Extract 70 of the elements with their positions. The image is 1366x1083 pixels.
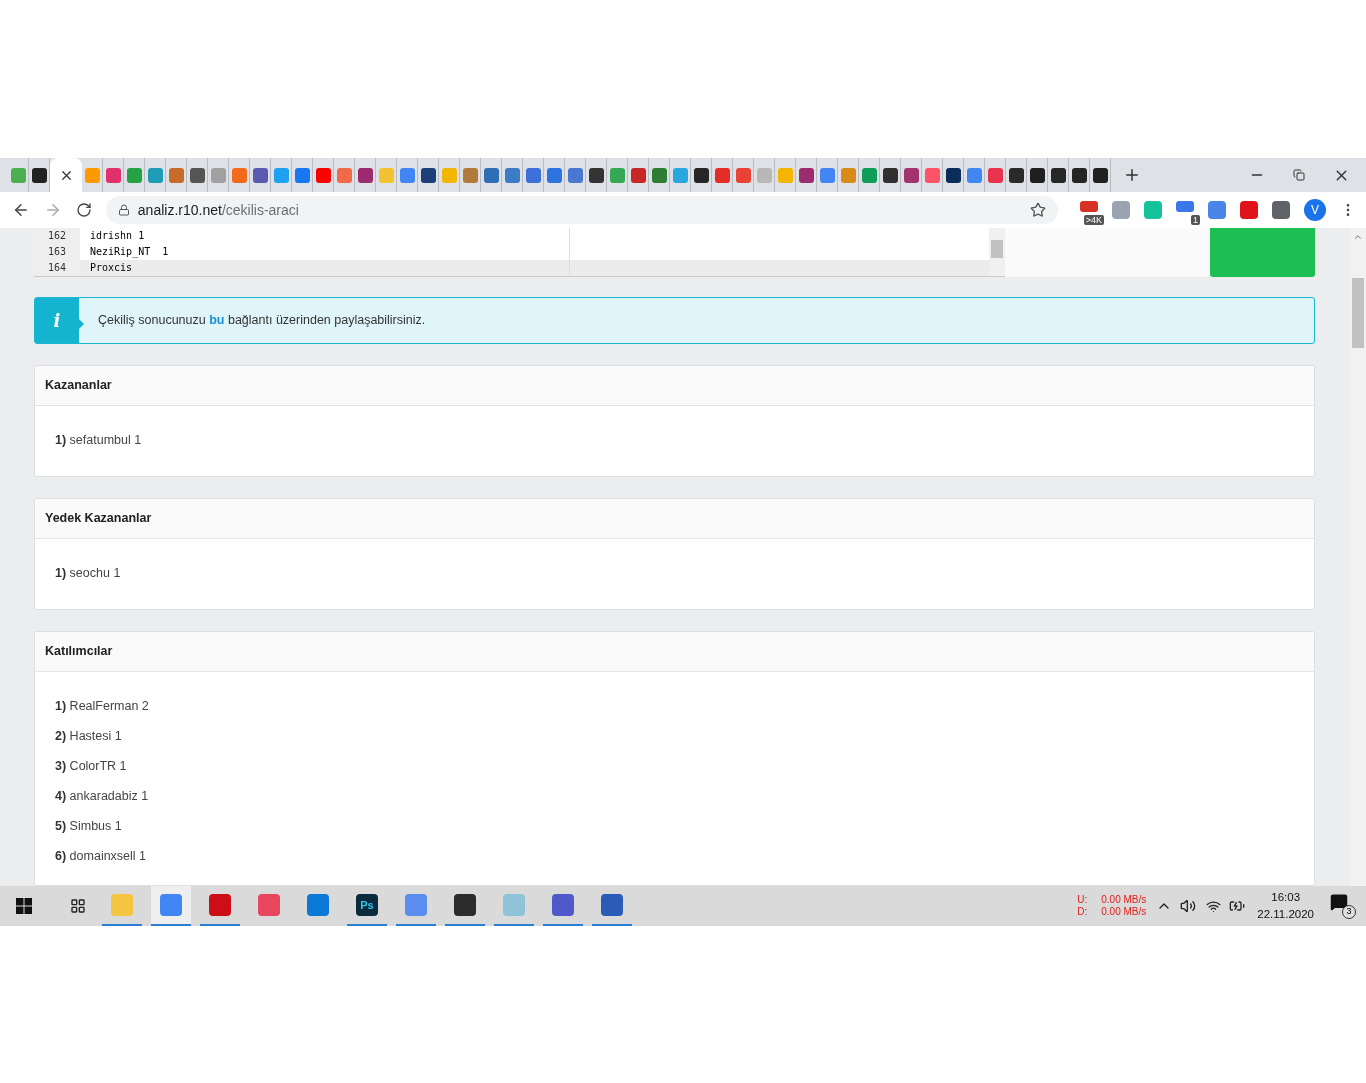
restore-icon[interactable]: [1293, 169, 1305, 181]
reload-icon[interactable]: [75, 202, 92, 218]
info-message: Çekiliş sonucunuzu bu bağlantı üzerinden paylaşabilirsiniz.: [98, 312, 426, 330]
browser-tab[interactable]: [691, 158, 712, 192]
battery-icon[interactable]: [1229, 898, 1246, 914]
notifications-button[interactable]: 3: [1330, 893, 1356, 919]
scrollbar-thumb[interactable]: [1352, 278, 1364, 348]
list-entry: 1) seochu 1: [55, 565, 122, 582]
info-icon: i: [53, 307, 61, 334]
extension-icon[interactable]: [1176, 201, 1194, 212]
list-entry: 6) domainxsell 1: [55, 848, 148, 865]
code-editor[interactable]: 162 idrishn 1 163 NeziRip_NT 1 164 Proxcis: [34, 228, 1005, 277]
address-bar[interactable]: analiz.r10.net/cekilis-araci: [105, 196, 1058, 224]
extension-icon[interactable]: [1112, 201, 1130, 219]
browser-tab[interactable]: [880, 158, 901, 192]
clock-date[interactable]: 22.11.2020: [1257, 906, 1314, 923]
code-line: Proxcis: [80, 260, 570, 276]
list-entry: 4) ankaradabiz 1: [55, 788, 150, 805]
code-line: idrishn 1: [80, 228, 570, 244]
list-entry: 5) Simbus 1: [55, 818, 123, 835]
line-number: 162: [34, 228, 80, 244]
list-entry: 3) ColorTR 1: [55, 758, 128, 775]
list-entry: 1) sefatumbul 1: [55, 432, 143, 449]
profile-avatar[interactable]: V: [1304, 199, 1326, 221]
page-scrollbar[interactable]: [1350, 228, 1366, 886]
browser-tab[interactable]: [1006, 158, 1027, 192]
extension-icon[interactable]: [1240, 201, 1258, 219]
line-number: 163: [34, 244, 80, 260]
list-entry: 2) Hastesi 1: [55, 728, 123, 745]
browser-tab[interactable]: [418, 158, 439, 192]
volume-icon[interactable]: [1180, 898, 1197, 914]
url-text: analiz.r10.net/cekilis-araci: [137, 200, 300, 220]
download-label: D:: [1077, 906, 1088, 918]
browser-tab[interactable]: [1027, 158, 1048, 192]
extension-icon[interactable]: [1208, 201, 1226, 219]
clock-time[interactable]: 16:03: [1271, 889, 1301, 906]
extension-icon[interactable]: [1272, 201, 1290, 219]
notification-icon: [1330, 893, 1348, 911]
card-title: Katılımcılar: [45, 643, 113, 661]
list-entry: 1) RealFerman 2: [55, 698, 150, 715]
card-title: Kazananlar: [45, 377, 112, 395]
browser-tab[interactable]: [943, 158, 964, 192]
extension-badge: >4K: [1083, 215, 1104, 225]
task-view-icon[interactable]: [70, 898, 86, 914]
browser-tab[interactable]: [796, 158, 817, 192]
notification-count: 3: [1342, 905, 1356, 919]
download-speed: 0.00 MB/s: [1101, 906, 1147, 918]
bookmark-star-icon[interactable]: [1030, 202, 1046, 218]
card-title: Yedek Kazananlar: [45, 510, 152, 528]
windows-start-icon[interactable]: [16, 898, 32, 914]
wifi-icon[interactable]: [1206, 898, 1222, 914]
browser-tab[interactable]: [586, 158, 607, 192]
taskbar-app[interactable]: Ps: [347, 886, 387, 926]
browser-tab[interactable]: [1069, 158, 1090, 192]
scrollbar-thumb[interactable]: [991, 240, 1003, 258]
app-icon: Ps: [356, 894, 378, 916]
browser-tab[interactable]: [187, 158, 208, 192]
new-tab-icon[interactable]: [1123, 166, 1141, 184]
back-icon[interactable]: [12, 201, 30, 219]
scrollbar[interactable]: [989, 228, 1005, 276]
upload-speed: 0.00 MB/s: [1101, 894, 1147, 906]
upload-label: U:: [1077, 894, 1088, 906]
extension-badge: 1: [1190, 215, 1200, 225]
browser-tab[interactable]: [1090, 158, 1111, 192]
lock-icon: [117, 204, 130, 216]
extension-icon[interactable]: [1080, 201, 1098, 212]
browser-tab[interactable]: [355, 158, 376, 192]
scroll-up-icon[interactable]: [1353, 232, 1363, 242]
extension-icon[interactable]: [1144, 201, 1162, 219]
browser-tab[interactable]: [1048, 158, 1069, 192]
